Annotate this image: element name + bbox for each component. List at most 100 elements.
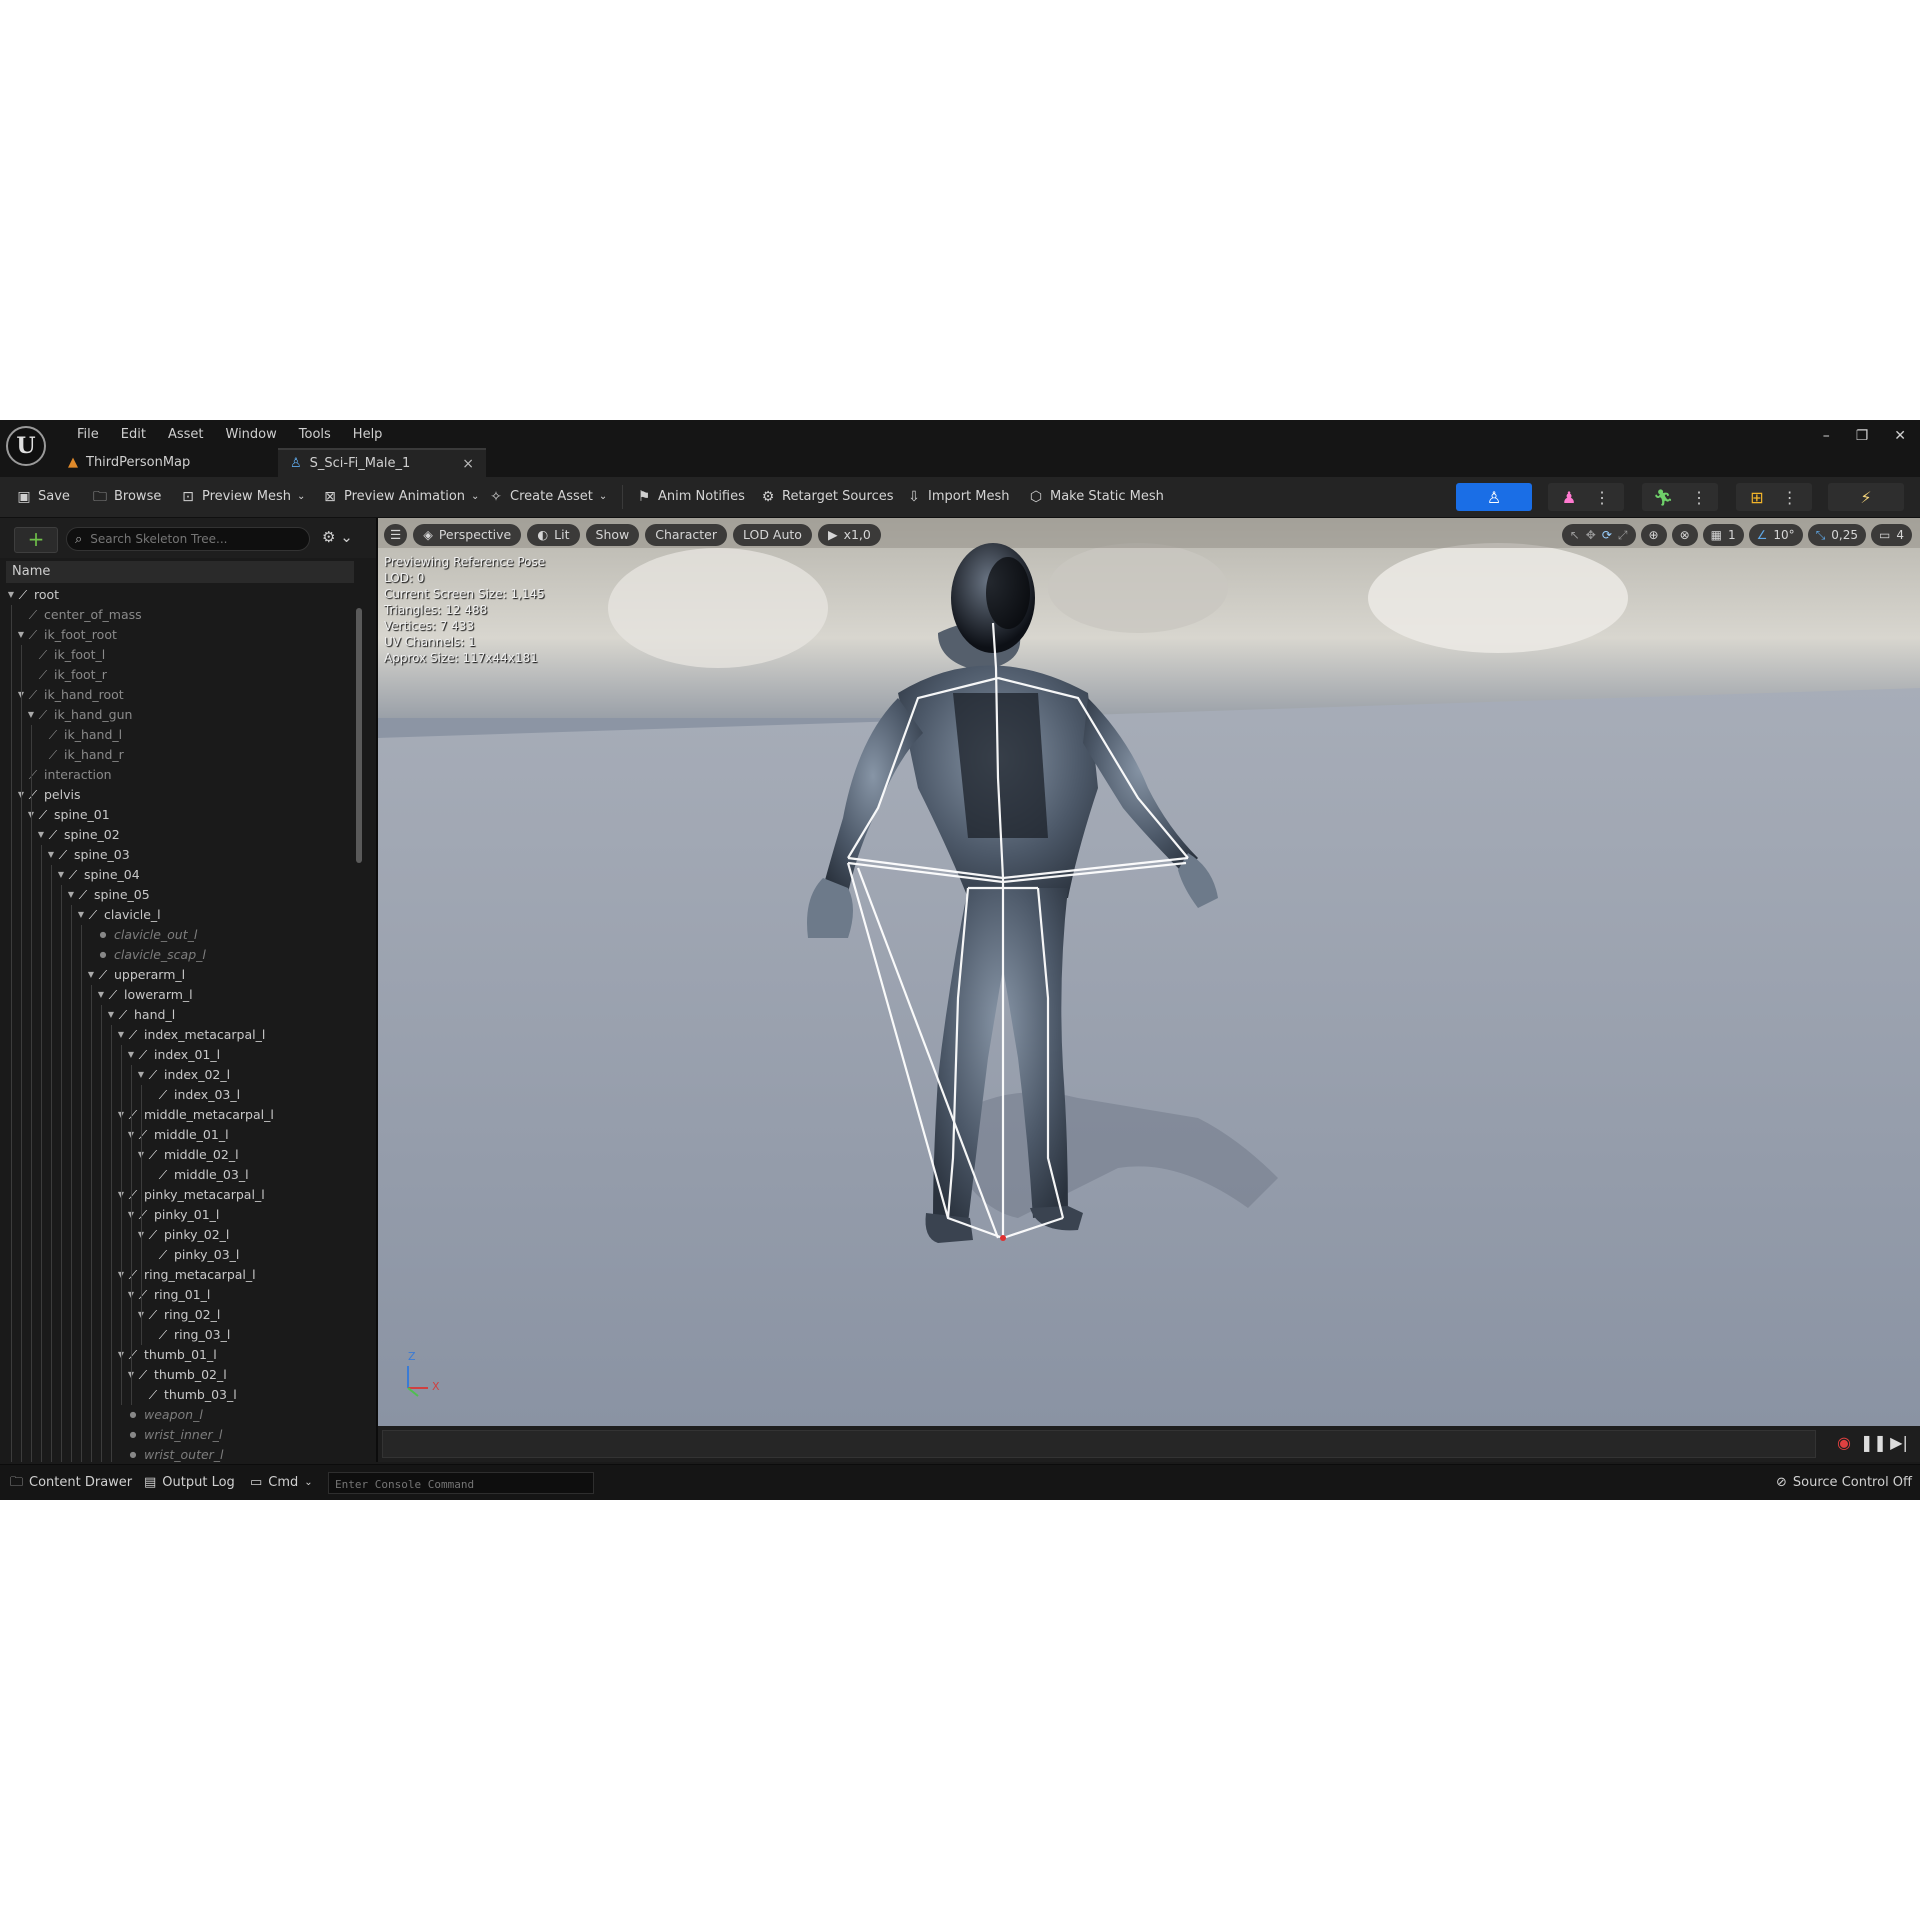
expand-arrow-icon[interactable]: ▼ (86, 965, 96, 985)
create-asset-dropdown[interactable]: ✧ Create Asset ⌄ (488, 485, 607, 509)
transform-tools[interactable]: ↖ ✥ ⟳ ⤢ (1561, 524, 1636, 546)
tab-skeleton-asset[interactable]: ♙ S_Sci-Fi_Male_1 × (278, 448, 486, 478)
output-log-button[interactable]: ▤ Output Log (144, 1472, 235, 1494)
tree-row-pinky-01-l[interactable]: ▼⟋pinky_01_l (6, 1205, 354, 1225)
add-button[interactable]: + (14, 527, 58, 553)
tree-row-pinky-02-l[interactable]: ▼⟋pinky_02_l (6, 1225, 354, 1245)
tree-row-ik-hand-gun[interactable]: ▼ ⟋ ik_hand_gun (6, 705, 354, 725)
physics-mode-button[interactable]: ⚡ (1828, 483, 1904, 511)
show-button[interactable]: Show (585, 524, 640, 546)
select-icon[interactable]: ↖ (1570, 524, 1580, 546)
tree-row-ik-foot-root[interactable]: ▼ ⟋ ik_foot_root (6, 625, 354, 645)
tree-row-spine-04[interactable]: ▼ ⟋ spine_04 (6, 865, 354, 885)
tree-row-clavicle-out-l[interactable]: ● clavicle_out_l (6, 925, 354, 945)
tree-row-center-of-mass[interactable]: ⟋ center_of_mass (6, 605, 354, 625)
grid-snap-control[interactable]: ▦ 1 (1702, 524, 1744, 546)
animation-mode-button[interactable]: 🏃︎ ⋮ (1642, 483, 1718, 511)
tree-row-wrist-outer-l[interactable]: ● wrist_outer_l (6, 1445, 354, 1462)
menu-item-window[interactable]: Window (215, 424, 288, 446)
skeleton-search-box[interactable]: ⌕ (66, 527, 310, 551)
tree-row-ik-foot-r[interactable]: ⟋ ik_foot_r (6, 665, 354, 685)
tree-row-middle-01-l[interactable]: ▼⟋middle_01_l (6, 1125, 354, 1145)
viewport-menu-button[interactable]: ☰ (384, 524, 408, 546)
expand-arrow-icon[interactable]: ▼ (6, 585, 16, 605)
name-column-header[interactable]: Name (6, 561, 354, 583)
tree-row-thumb-03-l[interactable]: ⟋ thumb_03_l (6, 1385, 354, 1405)
tree-row-pelvis[interactable]: ▼⟋pelvis (6, 785, 354, 805)
local-world-toggle[interactable]: ⊕ (1640, 524, 1667, 546)
tab-third-person-map[interactable]: ▲ ThirdPersonMap (56, 448, 278, 478)
preview-viewport[interactable]: Z X ☰ ◈ Perspective ◐ Lit Show Character… (378, 518, 1920, 1426)
more-options-icon[interactable]: ⋮ (1691, 488, 1707, 507)
tree-row-weapon-l[interactable]: ● weapon_l (6, 1405, 354, 1425)
menu-item-asset[interactable]: Asset (157, 424, 215, 446)
rotate-icon[interactable]: ⟳ (1602, 524, 1612, 546)
save-button[interactable]: ▣ Save (16, 485, 70, 509)
tree-row-root[interactable]: ▼ ⟋ root (6, 585, 354, 605)
import-mesh-button[interactable]: ⇩ Import Mesh (906, 485, 1009, 509)
lod-button[interactable]: LOD Auto (732, 524, 812, 546)
expand-arrow-icon[interactable]: ▼ (106, 1005, 116, 1025)
mesh-mode-button[interactable]: ♟ ⋮ (1548, 483, 1624, 511)
expand-arrow-icon[interactable]: ▼ (26, 705, 36, 725)
unreal-logo-icon[interactable]: U (6, 426, 46, 466)
expand-arrow-icon[interactable]: ▼ (56, 865, 66, 885)
tree-row-lowerarm-l[interactable]: ▼ ⟋ lowerarm_l (6, 985, 354, 1005)
tree-row-ring-01-l[interactable]: ▼⟋ring_01_l (6, 1285, 354, 1305)
source-control-button[interactable]: ⊘ Source Control Off (1776, 1472, 1912, 1494)
tree-scrollbar[interactable] (356, 608, 362, 863)
cmd-dropdown[interactable]: ▭ Cmd ⌄ (250, 1472, 313, 1494)
tree-row-spine-05[interactable]: ▼ ⟋ spine_05 (6, 885, 354, 905)
tree-row-ring-02-l[interactable]: ▼⟋ring_02_l (6, 1305, 354, 1325)
blueprint-mode-button[interactable]: ⊞ ⋮ (1736, 483, 1812, 511)
playback-speed-button[interactable]: ▶ x1,0 (817, 524, 881, 546)
expand-arrow-icon[interactable]: ▼ (46, 845, 56, 865)
tree-row-index-03-l[interactable]: ⟋ index_03_l (6, 1085, 354, 1105)
character-button[interactable]: Character (645, 524, 727, 546)
menu-item-tools[interactable]: Tools (288, 424, 342, 446)
expand-arrow-icon[interactable]: ▼ (36, 825, 46, 845)
tree-row-thumb-01-l[interactable]: ▼⟋thumb_01_l (6, 1345, 354, 1365)
tree-row-index-02-l[interactable]: ▼ ⟋ index_02_l (6, 1065, 354, 1085)
tree-row-index-metacarpal-l[interactable]: ▼ ⟋ index_metacarpal_l (6, 1025, 354, 1045)
preview-mesh-dropdown[interactable]: ⊡ Preview Mesh ⌄ (180, 485, 305, 509)
surface-snap-toggle[interactable]: ⊗ (1671, 524, 1698, 546)
menu-item-help[interactable]: Help (342, 424, 394, 446)
tree-row-spine-02[interactable]: ▼ ⟋ spine_02 (6, 825, 354, 845)
restore-icon[interactable]: ❐ (1856, 428, 1869, 444)
tree-row-wrist-inner-l[interactable]: ● wrist_inner_l (6, 1425, 354, 1445)
pause-icon[interactable]: ❚❚ (1860, 1432, 1887, 1454)
perspective-button[interactable]: ◈ Perspective (413, 524, 522, 546)
expand-arrow-icon[interactable]: ▼ (76, 905, 86, 925)
step-forward-icon[interactable]: ▶| (1888, 1432, 1910, 1454)
tree-row-hand-l[interactable]: ▼ ⟋ hand_l (6, 1005, 354, 1025)
close-window-icon[interactable]: ✕ (1894, 428, 1906, 444)
tree-row-spine-03[interactable]: ▼ ⟋ spine_03 (6, 845, 354, 865)
menu-item-edit[interactable]: Edit (110, 424, 157, 446)
tree-row-ik-hand-root[interactable]: ▼⟋ik_hand_root (6, 685, 354, 705)
tree-row-upperarm-l[interactable]: ▼ ⟋ upperarm_l (6, 965, 354, 985)
more-options-icon[interactable]: ⋮ (1594, 488, 1610, 507)
expand-arrow-icon[interactable]: ▼ (66, 885, 76, 905)
content-drawer-button[interactable]: 🗀 Content Drawer (10, 1472, 132, 1494)
timeline-track[interactable] (382, 1430, 1816, 1458)
gear-icon[interactable]: ⚙ ⌄ (322, 528, 353, 546)
preview-animation-dropdown[interactable]: ⊠ Preview Animation ⌄ (322, 485, 479, 509)
tree-row-thumb-02-l[interactable]: ▼⟋thumb_02_l (6, 1365, 354, 1385)
camera-speed-control[interactable]: ▭ 4 (1871, 524, 1912, 546)
rotation-snap-control[interactable]: ∠ 10° (1748, 524, 1803, 546)
retarget-sources-button[interactable]: ⚙ Retarget Sources (760, 485, 894, 509)
lit-button[interactable]: ◐ Lit (527, 524, 580, 546)
console-command-input[interactable] (329, 1473, 587, 1496)
tree-row-middle-03-l[interactable]: ⟋ middle_03_l (6, 1165, 354, 1185)
expand-arrow-icon[interactable]: ▼ (126, 1045, 136, 1065)
skeleton-mode-button[interactable]: ♙ (1456, 483, 1532, 511)
expand-arrow-icon[interactable]: ▼ (16, 625, 26, 645)
search-input[interactable] (88, 531, 293, 547)
tree-row-ring-03-l[interactable]: ⟋ ring_03_l (6, 1325, 354, 1345)
tree-row-pinky-metacarpal-l[interactable]: ▼⟋pinky_metacarpal_l (6, 1185, 354, 1205)
tree-row-pinky-03-l[interactable]: ⟋ pinky_03_l (6, 1245, 354, 1265)
tree-row-index-01-l[interactable]: ▼ ⟋ index_01_l (6, 1045, 354, 1065)
tree-row-clavicle-l[interactable]: ▼ ⟋ clavicle_l (6, 905, 354, 925)
more-options-icon[interactable]: ⋮ (1782, 488, 1798, 507)
